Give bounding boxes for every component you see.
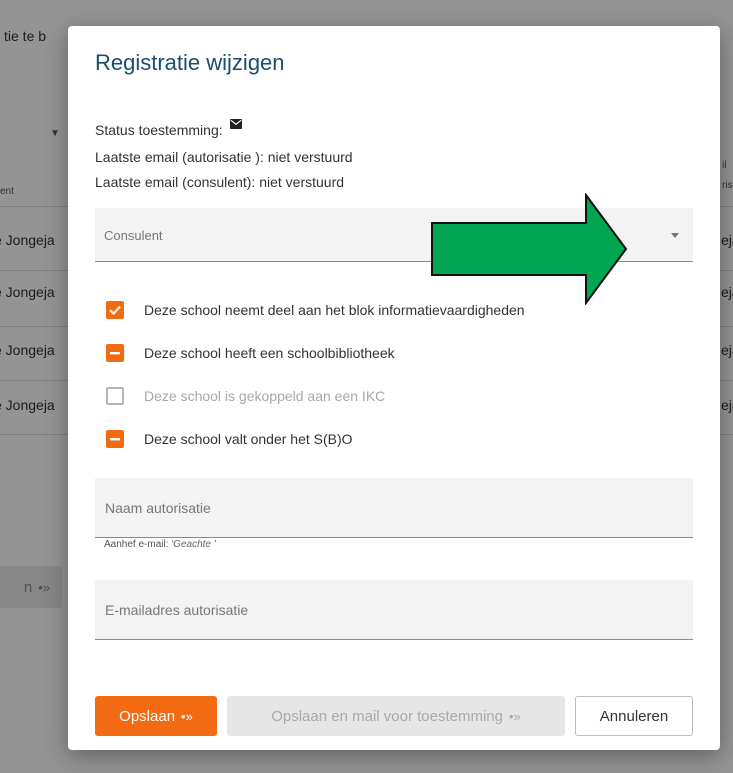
checkbox-row-ikc[interactable]: Deze school is gekoppeld aan een IKC <box>106 385 385 407</box>
arrow-right-icon: •» <box>181 708 193 724</box>
salutation-label: Aanhef e-mail: <box>104 539 169 550</box>
authorization-email-field[interactable] <box>95 580 693 640</box>
annotation-arrow <box>431 193 628 305</box>
checkbox-label: Deze school is gekoppeld aan een IKC <box>144 388 386 404</box>
checkbox-school-library[interactable] <box>106 344 124 362</box>
checkbox-row-sbo[interactable]: Deze school valt onder het S(B)O <box>106 428 353 450</box>
checkbox-label: Deze school heeft een schoolbibliotheek <box>144 345 395 361</box>
save-button[interactable]: Opslaan •» <box>95 696 217 736</box>
edit-registration-dialog: Registratie wijzigen Status toestemming:… <box>68 26 720 750</box>
checkbox-label: Deze school valt onder het S(B)O <box>144 431 353 447</box>
checkbox-information-skills[interactable] <box>106 301 124 319</box>
salutation-value: 'Geachte ' <box>171 539 216 550</box>
save-and-mail-button[interactable]: Opslaan en mail voor toestemming •» <box>227 696 565 736</box>
authorization-name-field[interactable] <box>95 478 693 538</box>
dialog-title: Registratie wijzigen <box>95 50 285 75</box>
authorization-email-input[interactable] <box>95 580 693 639</box>
cancel-button[interactable]: Annuleren <box>575 696 693 736</box>
salutation-hint: Aanhef e-mail: 'Geachte ' <box>104 539 216 550</box>
save-and-mail-button-label: Opslaan en mail voor toestemming <box>271 707 503 725</box>
consent-status-label: Status toestemming: <box>95 122 223 138</box>
checkbox-sbo[interactable] <box>106 430 124 448</box>
authorization-name-input[interactable] <box>95 478 693 537</box>
checkbox-row-information-skills[interactable]: Deze school neemt deel aan het blok info… <box>106 299 525 321</box>
save-button-label: Opslaan <box>119 707 176 725</box>
checkbox-ikc[interactable] <box>106 387 124 405</box>
minus-icon <box>110 352 120 355</box>
last-email-authorization: Laatste email (autorisatie ): niet verst… <box>95 149 353 165</box>
last-email-consultant: Laatste email (consulent): niet verstuur… <box>95 174 345 190</box>
envelope-icon <box>229 116 242 132</box>
consultant-select-label: Consulent <box>104 228 163 243</box>
checkbox-label: Deze school neemt deel aan het blok info… <box>144 302 525 318</box>
chevron-down-icon[interactable] <box>671 233 679 238</box>
checkmark-icon <box>109 305 121 316</box>
arrow-right-icon: •» <box>509 708 521 724</box>
minus-icon <box>110 438 120 441</box>
checkbox-row-school-library[interactable]: Deze school heeft een schoolbibliotheek <box>106 342 395 364</box>
consent-status: Status toestemming: <box>95 119 242 138</box>
